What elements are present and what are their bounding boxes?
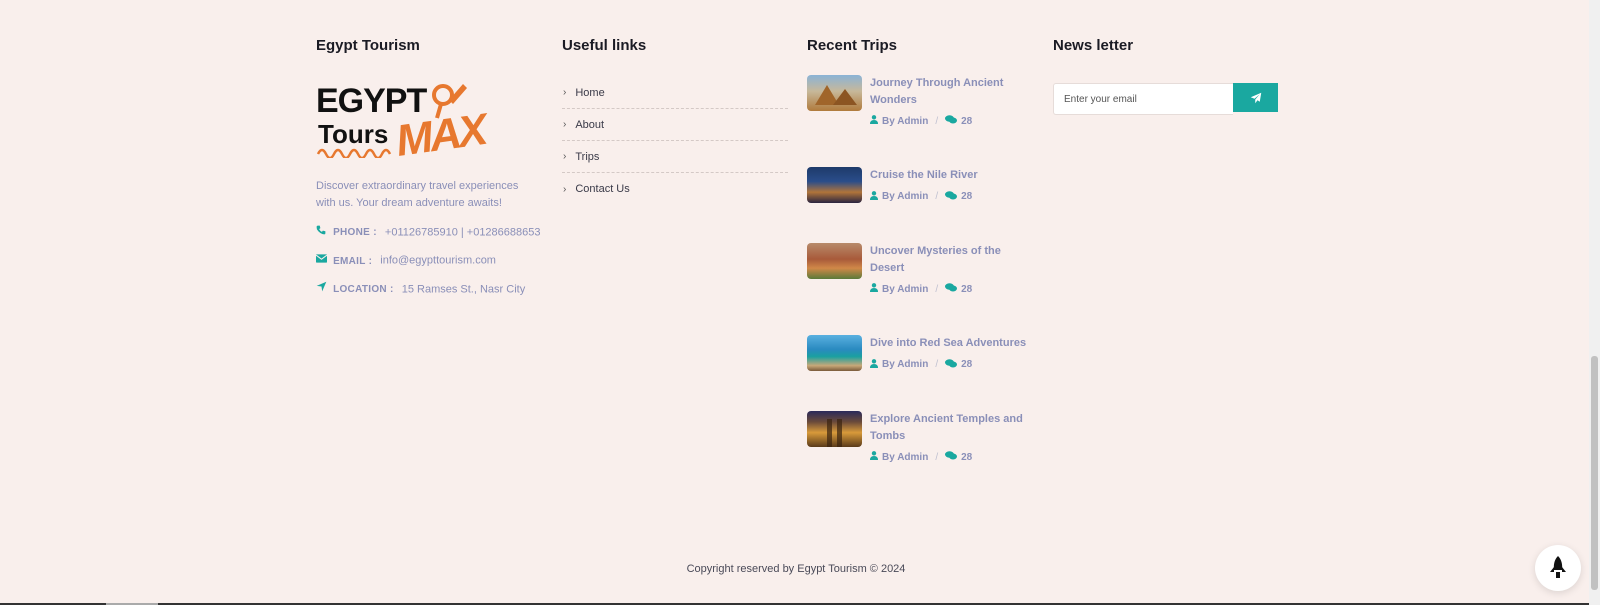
newsletter-title: News letter: [1053, 37, 1134, 54]
footer-trips-column: Recent Trips Journey Through Ancient Won…: [807, 36, 1037, 487]
logo-text-max: MAX: [392, 105, 488, 166]
user-icon: [870, 115, 878, 127]
trip-author[interactable]: By Admin: [882, 191, 928, 202]
chevron-right-icon: ›: [563, 151, 567, 162]
trip-comments-count[interactable]: 28: [961, 452, 972, 463]
trip-title-link[interactable]: Journey Through Ancient Wonders: [870, 75, 1037, 108]
footer-links-column: Useful links › Home › About › Trips › Co…: [562, 36, 788, 205]
footer-link-label: Trips: [575, 150, 600, 163]
trip-comments-count[interactable]: 28: [961, 359, 972, 370]
red-sea-thumbnail[interactable]: [807, 335, 862, 371]
trip-meta: By Admin / 28: [870, 451, 1037, 463]
trip-item: Journey Through Ancient Wonders By Admin…: [807, 75, 1037, 167]
email-value[interactable]: info@egypttourism.com: [380, 255, 496, 267]
trip-author[interactable]: By Admin: [882, 452, 928, 463]
footer-link-home[interactable]: › Home: [562, 77, 788, 109]
trip-meta: By Admin / 28: [870, 115, 1037, 127]
comments-icon: [945, 451, 958, 463]
trip-meta: By Admin / 28: [870, 190, 1037, 203]
trip-comments-count[interactable]: 28: [961, 191, 972, 202]
trip-title-link[interactable]: Explore Ancient Temples and Tombs: [870, 411, 1037, 444]
phone-label: PHONE :: [333, 227, 377, 239]
copyright-text: Copyright reserved by Egypt Tourism © 20…: [686, 563, 906, 575]
trip-title-link[interactable]: Dive into Red Sea Adventures: [870, 335, 1037, 352]
logo-text-egypt: EGYPT: [316, 82, 427, 120]
footer-about-column: Egypt Tourism EGYPT Tours MAX Discover e…: [315, 36, 546, 309]
trip-item: Dive into Red Sea Adventures By Admin / …: [807, 335, 1037, 411]
user-icon: [870, 283, 878, 295]
about-description: Discover extraordinary travel experience…: [316, 180, 519, 209]
chevron-right-icon: ›: [563, 183, 567, 195]
trip-author[interactable]: By Admin: [882, 359, 928, 370]
desert-thumbnail[interactable]: [807, 243, 862, 279]
pyramids-thumbnail[interactable]: [807, 75, 862, 111]
trip-meta: By Admin / 28: [870, 283, 1037, 295]
trip-meta: By Admin / 28: [870, 358, 1037, 371]
contact-location: LOCATION : 15 Ramses St., Nasr City: [316, 281, 546, 298]
comments-icon: [945, 358, 958, 371]
logo-wave-mark: [316, 148, 392, 158]
chevron-right-icon: ›: [563, 119, 567, 130]
meta-separator: /: [935, 451, 939, 463]
contact-email: EMAIL : info@egypttourism.com: [315, 252, 546, 269]
trip-item: Uncover Mysteries of the Desert By Admin…: [807, 243, 1037, 335]
meta-separator: /: [935, 359, 939, 370]
footer-link-trips[interactable]: › Trips: [562, 141, 788, 173]
footer-newsletter-column: News letter: [1053, 36, 1283, 115]
footer-link-about[interactable]: › About: [562, 109, 788, 141]
recent-trips-title: Recent Trips: [807, 37, 898, 54]
nile-cruise-thumbnail[interactable]: [807, 167, 862, 203]
page-scrollbar[interactable]: [1589, 0, 1600, 605]
scrollbar-thumb[interactable]: [1591, 356, 1598, 590]
user-icon: [870, 190, 878, 203]
footer-link-label: Contact Us: [575, 183, 630, 195]
location-label: LOCATION :: [333, 284, 394, 296]
newsletter-submit-button[interactable]: [1233, 83, 1278, 112]
location-arrow-icon: [316, 281, 330, 298]
meta-separator: /: [935, 283, 939, 295]
footer-link-contact[interactable]: › Contact Us: [562, 173, 788, 205]
trip-comments-count[interactable]: 28: [961, 116, 972, 127]
comments-icon: [945, 190, 958, 203]
footer-link-label: Home: [575, 86, 605, 99]
footer: Egypt Tourism EGYPT Tours MAX Discover e…: [315, 36, 1278, 496]
location-value: 15 Ramses St., Nasr City: [401, 283, 526, 296]
envelope-icon: [315, 252, 330, 269]
trip-item: Explore Ancient Temples and Tombs By Adm…: [807, 411, 1037, 487]
phone-icon: [316, 224, 330, 241]
contact-phone: PHONE : +01126785910 | +01286688653: [316, 224, 546, 241]
chevron-right-icon: ›: [563, 87, 567, 98]
footer-link-label: About: [575, 118, 605, 131]
useful-links-list: › Home › About › Trips › Contact Us: [562, 77, 788, 205]
comments-icon: [945, 283, 958, 295]
newsletter-form: [1053, 83, 1283, 115]
newsletter-email-input[interactable]: [1053, 83, 1233, 115]
meta-separator: /: [935, 115, 939, 127]
egypt-tours-max-logo[interactable]: EGYPT Tours MAX: [316, 82, 488, 166]
trip-title-link[interactable]: Cruise the Nile River: [870, 167, 1037, 184]
scroll-to-top-button[interactable]: [1535, 545, 1581, 591]
email-label: EMAIL :: [333, 255, 373, 267]
phone-value[interactable]: +01126785910 | +01286688653: [385, 226, 541, 238]
trip-author[interactable]: By Admin: [882, 116, 928, 127]
trip-comments-count[interactable]: 28: [961, 284, 972, 295]
trip-title-link[interactable]: Uncover Mysteries of the Desert: [870, 243, 1037, 276]
useful-links-title: Useful links: [562, 37, 647, 54]
comments-icon: [945, 115, 958, 127]
paper-plane-icon: [1250, 92, 1261, 103]
trip-author[interactable]: By Admin: [882, 284, 928, 295]
recent-trips-list: Journey Through Ancient Wonders By Admin…: [807, 75, 1037, 487]
user-icon: [870, 451, 878, 463]
trip-item: Cruise the Nile River By Admin / 28: [807, 167, 1037, 243]
user-icon: [870, 358, 878, 371]
meta-separator: /: [935, 191, 939, 202]
about-title: Egypt Tourism: [316, 37, 420, 54]
temples-thumbnail[interactable]: [807, 411, 862, 447]
rocket-icon: [1550, 556, 1566, 578]
